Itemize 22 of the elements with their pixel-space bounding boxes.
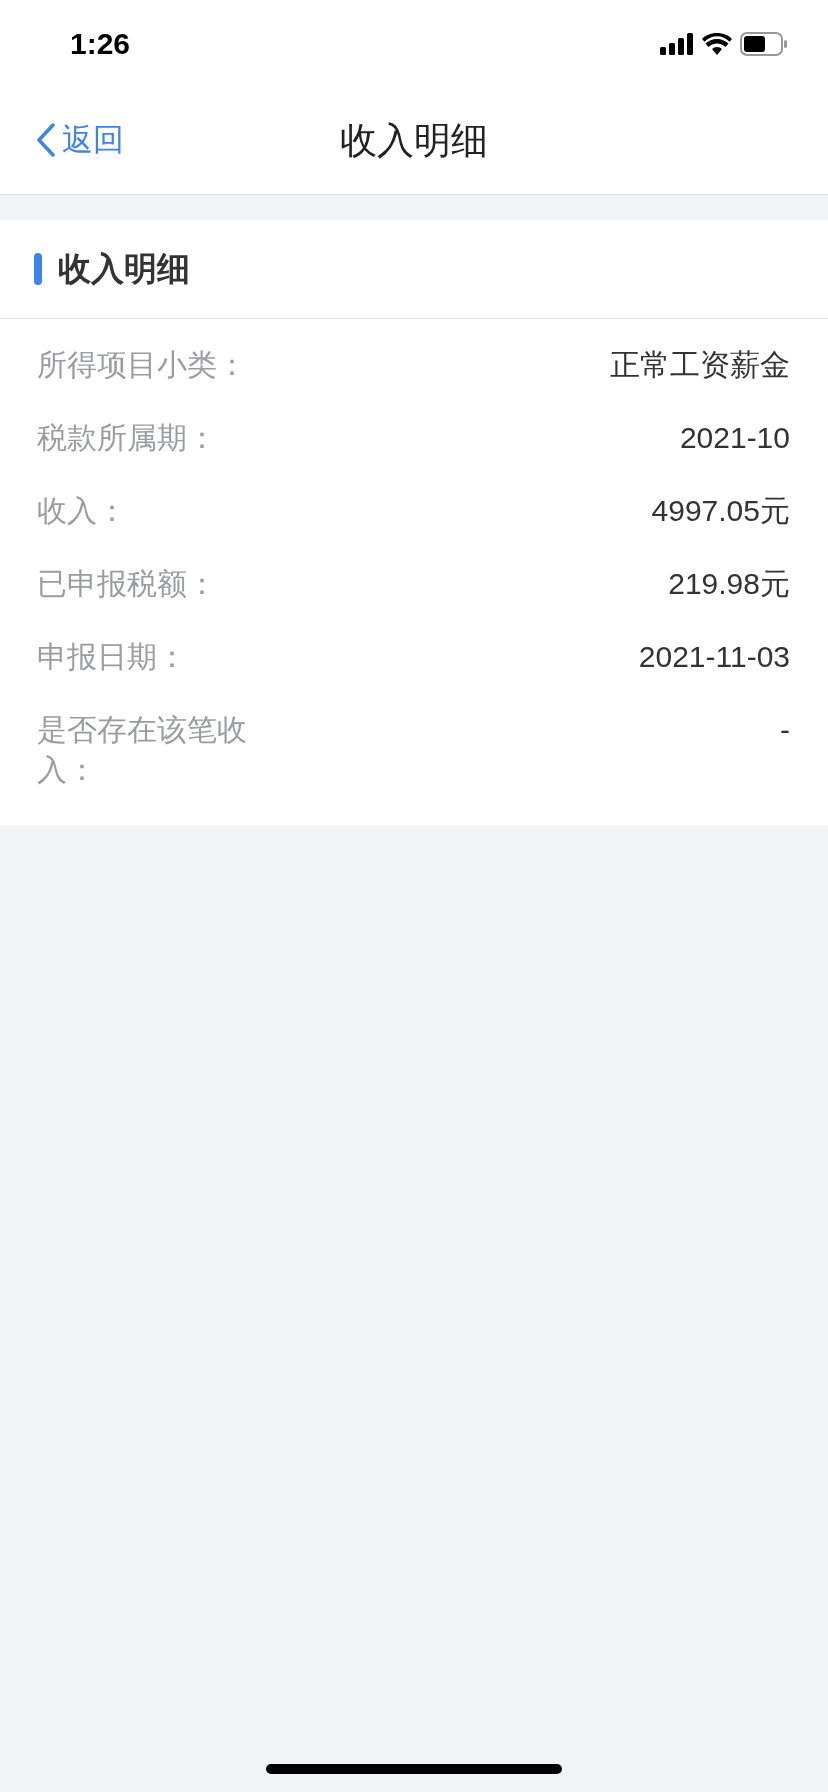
field-value: 2021-10 bbox=[679, 420, 790, 456]
field-label: 税款所属期： bbox=[37, 420, 218, 456]
section-title: 收入明细 bbox=[58, 248, 190, 289]
status-time: 1:26 bbox=[70, 27, 131, 61]
field-value: 正常工资薪金 bbox=[610, 347, 790, 383]
section-accent-bar bbox=[34, 253, 42, 285]
field-label: 申报日期： bbox=[37, 639, 188, 675]
field-value: 219.98元 bbox=[668, 566, 790, 602]
signal-icon bbox=[660, 33, 694, 55]
field-label: 所得项目小类： bbox=[37, 347, 247, 383]
field-label: 收入： bbox=[37, 493, 128, 529]
field-value: 4997.05元 bbox=[651, 493, 790, 529]
home-indicator[interactable] bbox=[266, 1764, 562, 1774]
field-value: - bbox=[780, 712, 790, 748]
field-label: 是否存在该笔收入： bbox=[37, 712, 247, 788]
back-chevron-icon bbox=[36, 123, 56, 157]
field-value: 2021-11-03 bbox=[638, 639, 790, 675]
wifi-icon bbox=[702, 33, 732, 55]
page-title: 收入明细 bbox=[340, 119, 488, 163]
field-label: 已申报税额： bbox=[37, 566, 218, 602]
back-button[interactable]: 返回 bbox=[30, 112, 130, 168]
battery-icon bbox=[740, 32, 788, 56]
